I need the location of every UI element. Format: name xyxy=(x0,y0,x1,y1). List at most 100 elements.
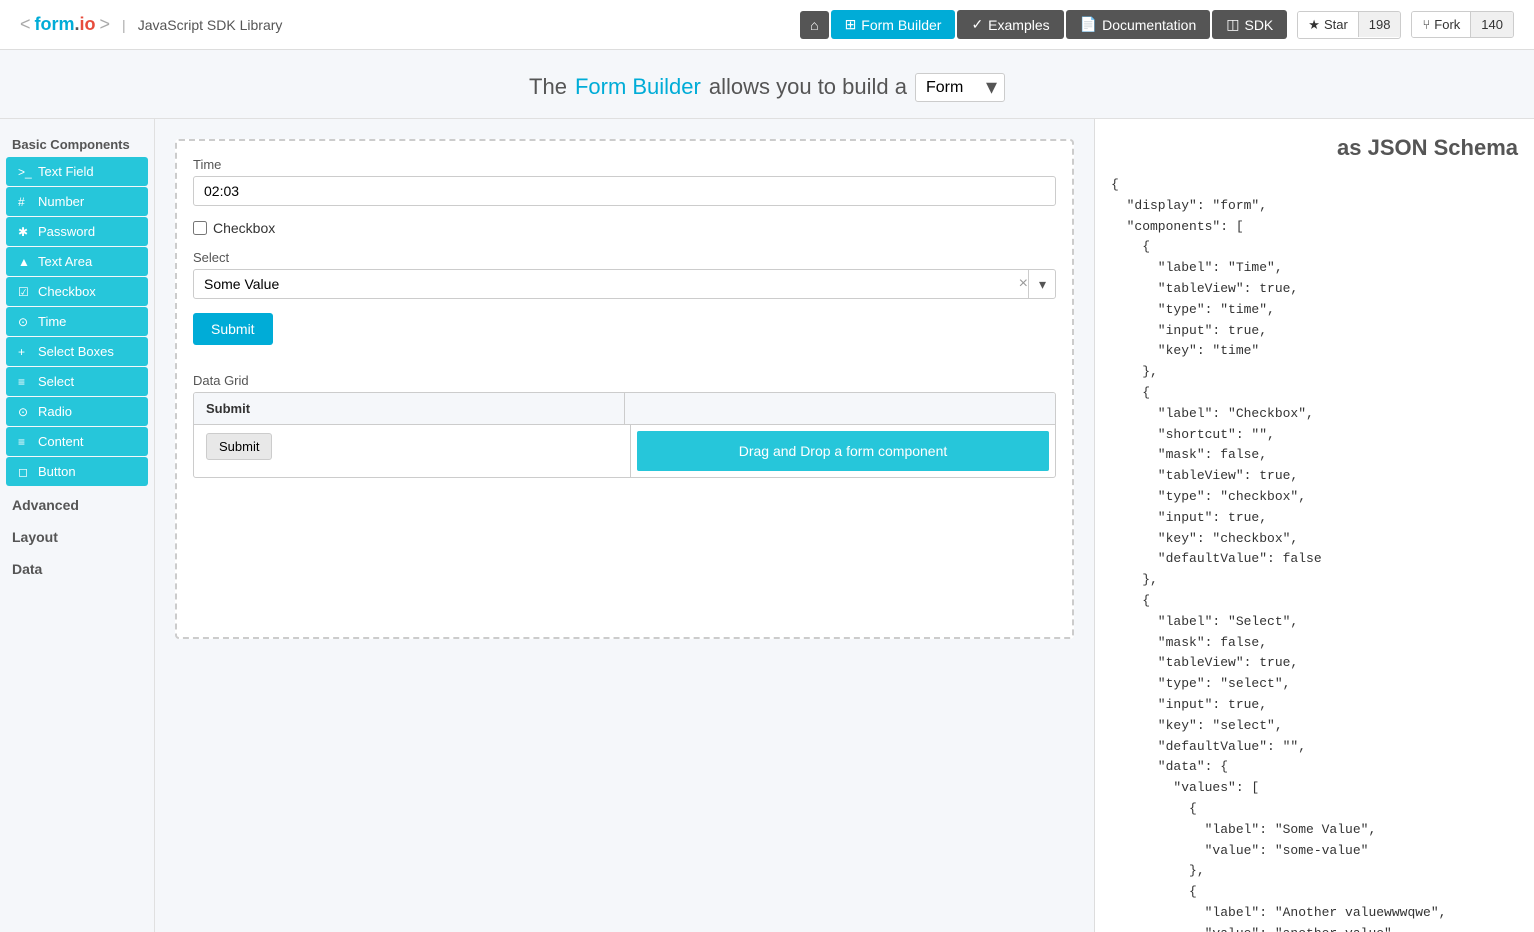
fork-label: Fork xyxy=(1434,17,1460,32)
documentation-icon: 📄 xyxy=(1080,16,1097,33)
sdk-label: SDK xyxy=(1244,17,1273,33)
sidebar-item-content[interactable]: ≡ Content xyxy=(6,427,148,456)
json-schema-title: as JSON Schema xyxy=(1111,135,1518,161)
logo-bracket-open: < xyxy=(20,14,31,35)
data-grid-col-submit: Submit xyxy=(194,393,625,424)
fork-icon: ⑂ xyxy=(1422,17,1430,32)
data-grid-drop-zone[interactable]: Drag and Drop a form component xyxy=(637,431,1049,471)
select-group: Select × ▾ xyxy=(193,250,1056,299)
checkbox-icon: ☑ xyxy=(18,285,32,299)
sidebar-item-select[interactable]: ≡ Select xyxy=(6,367,148,396)
data-grid-body: Submit Drag and Drop a form component xyxy=(194,425,1055,477)
data-grid-col-empty xyxy=(625,393,1055,424)
radio-icon: ⊙ xyxy=(18,405,32,419)
sidebar-item-checkbox[interactable]: ☑ Checkbox xyxy=(6,277,148,306)
advanced-category[interactable]: Advanced xyxy=(0,487,154,519)
data-grid-header: Submit xyxy=(194,393,1055,425)
sidebar-item-select-boxes[interactable]: + Select Boxes xyxy=(6,337,148,366)
examples-icon: ✓ xyxy=(971,16,983,33)
checkbox-input[interactable] xyxy=(193,221,207,235)
sdk-nav-button[interactable]: ◫ SDK xyxy=(1212,10,1287,39)
examples-label: Examples xyxy=(988,17,1049,33)
select-icon: ≡ xyxy=(18,375,32,389)
sidebar-item-button[interactable]: ◻ Button xyxy=(6,457,148,486)
time-icon: ⊙ xyxy=(18,315,32,329)
fork-count: 140 xyxy=(1470,12,1513,37)
main-nav: ⌂ ⊞ Form Builder ✓ Examples 📄 Documentat… xyxy=(800,10,1514,39)
sidebar: Basic Components >_ Text Field # Number … xyxy=(0,119,155,932)
text-area-icon: ▲ xyxy=(18,255,32,269)
builder-area: Time Checkbox Select × ▾ xyxy=(155,119,1094,932)
sidebar-item-password[interactable]: ✱ Password xyxy=(6,217,148,246)
github-fork-group: ⑂ Fork 140 xyxy=(1411,11,1514,38)
time-label: Time xyxy=(193,157,1056,172)
select-clear-icon[interactable]: × xyxy=(1019,275,1028,293)
time-field-group: Time xyxy=(193,157,1056,206)
star-count: 198 xyxy=(1358,12,1401,37)
data-grid-td-drop: Drag and Drop a form component xyxy=(631,425,1055,477)
examples-nav-button[interactable]: ✓ Examples xyxy=(957,10,1063,39)
json-schema-panel: as JSON Schema { "display": "form", "com… xyxy=(1094,119,1534,932)
sidebar-item-label-text-area: Text Area xyxy=(38,254,92,269)
intro-suffix: allows you to build a xyxy=(709,74,907,100)
password-icon: ✱ xyxy=(18,225,32,239)
sidebar-item-radio[interactable]: ⊙ Radio xyxy=(6,397,148,426)
sidebar-item-label-select-boxes: Select Boxes xyxy=(38,344,114,359)
submit-button[interactable]: Submit xyxy=(193,313,273,345)
github-star-group: ★ Star 198 xyxy=(1297,11,1401,39)
select-boxes-icon: + xyxy=(18,345,32,359)
form-type-select[interactable]: Form Wizard PDF xyxy=(915,73,1005,102)
time-input[interactable] xyxy=(193,176,1056,206)
sidebar-item-label-checkbox: Checkbox xyxy=(38,284,96,299)
star-label: Star xyxy=(1324,17,1348,32)
star-button[interactable]: ★ Star xyxy=(1298,12,1358,38)
form-builder-nav-button[interactable]: ⊞ Form Builder xyxy=(831,10,956,39)
data-grid-submit-button[interactable]: Submit xyxy=(206,433,272,460)
github-icon: ★ xyxy=(1308,17,1320,33)
data-grid-td-submit: Submit xyxy=(194,425,631,477)
data-category[interactable]: Data xyxy=(0,551,154,583)
logo-text: form.io xyxy=(35,14,96,35)
form-canvas: Time Checkbox Select × ▾ xyxy=(175,139,1074,639)
form-type-selector-wrapper: Form Wizard PDF ▾ xyxy=(915,72,1005,102)
intro-text: The Form Builder allows you to build a F… xyxy=(0,72,1534,102)
sdk-icon: ◫ xyxy=(1226,16,1239,33)
logo-bracket-close: > xyxy=(100,14,111,35)
button-icon: ◻ xyxy=(18,465,32,479)
intro-prefix: The xyxy=(529,74,567,100)
intro-bar: The Form Builder allows you to build a F… xyxy=(0,50,1534,119)
select-label: Select xyxy=(193,250,1056,265)
home-button[interactable]: ⌂ xyxy=(800,11,828,39)
layout-category[interactable]: Layout xyxy=(0,519,154,551)
content-icon: ≡ xyxy=(18,435,32,449)
header: < form.io > | JavaScript SDK Library ⌂ ⊞… xyxy=(0,0,1534,50)
select-arrow-icon[interactable]: ▾ xyxy=(1028,269,1056,299)
logo-subtitle: JavaScript SDK Library xyxy=(138,17,283,33)
fork-button[interactable]: ⑂ Fork xyxy=(1412,12,1470,37)
form-builder-icon: ⊞ xyxy=(845,16,857,33)
intro-highlight: Form Builder xyxy=(575,74,701,100)
sidebar-item-label-select: Select xyxy=(38,374,74,389)
sidebar-item-text-field[interactable]: >_ Text Field xyxy=(6,157,148,186)
select-input[interactable] xyxy=(193,269,1056,299)
sidebar-item-label-time: Time xyxy=(38,314,66,329)
sidebar-item-number[interactable]: # Number xyxy=(6,187,148,216)
page-wrapper: The Form Builder allows you to build a F… xyxy=(0,50,1534,932)
select-wrapper: × ▾ xyxy=(193,269,1056,299)
sidebar-item-label-password: Password xyxy=(38,224,95,239)
sidebar-item-label-radio: Radio xyxy=(38,404,72,419)
number-icon: # xyxy=(18,195,32,209)
sidebar-item-label-number: Number xyxy=(38,194,84,209)
logo-io: io xyxy=(80,14,96,34)
json-schema-code: { "display": "form", "components": [ { "… xyxy=(1111,175,1518,932)
text-field-icon: >_ xyxy=(18,165,32,179)
sidebar-item-label-content: Content xyxy=(38,434,84,449)
documentation-nav-button[interactable]: 📄 Documentation xyxy=(1066,10,1211,39)
documentation-label: Documentation xyxy=(1102,17,1196,33)
sidebar-item-time[interactable]: ⊙ Time xyxy=(6,307,148,336)
sidebar-item-label-text-field: Text Field xyxy=(38,164,94,179)
sidebar-item-text-area[interactable]: ▲ Text Area xyxy=(6,247,148,276)
basic-components-title: Basic Components xyxy=(0,129,154,156)
data-grid: Submit Submit Drag and Drop a form compo… xyxy=(193,392,1056,478)
data-grid-group: Data Grid Submit Submit Drag and Drop a … xyxy=(193,373,1056,478)
